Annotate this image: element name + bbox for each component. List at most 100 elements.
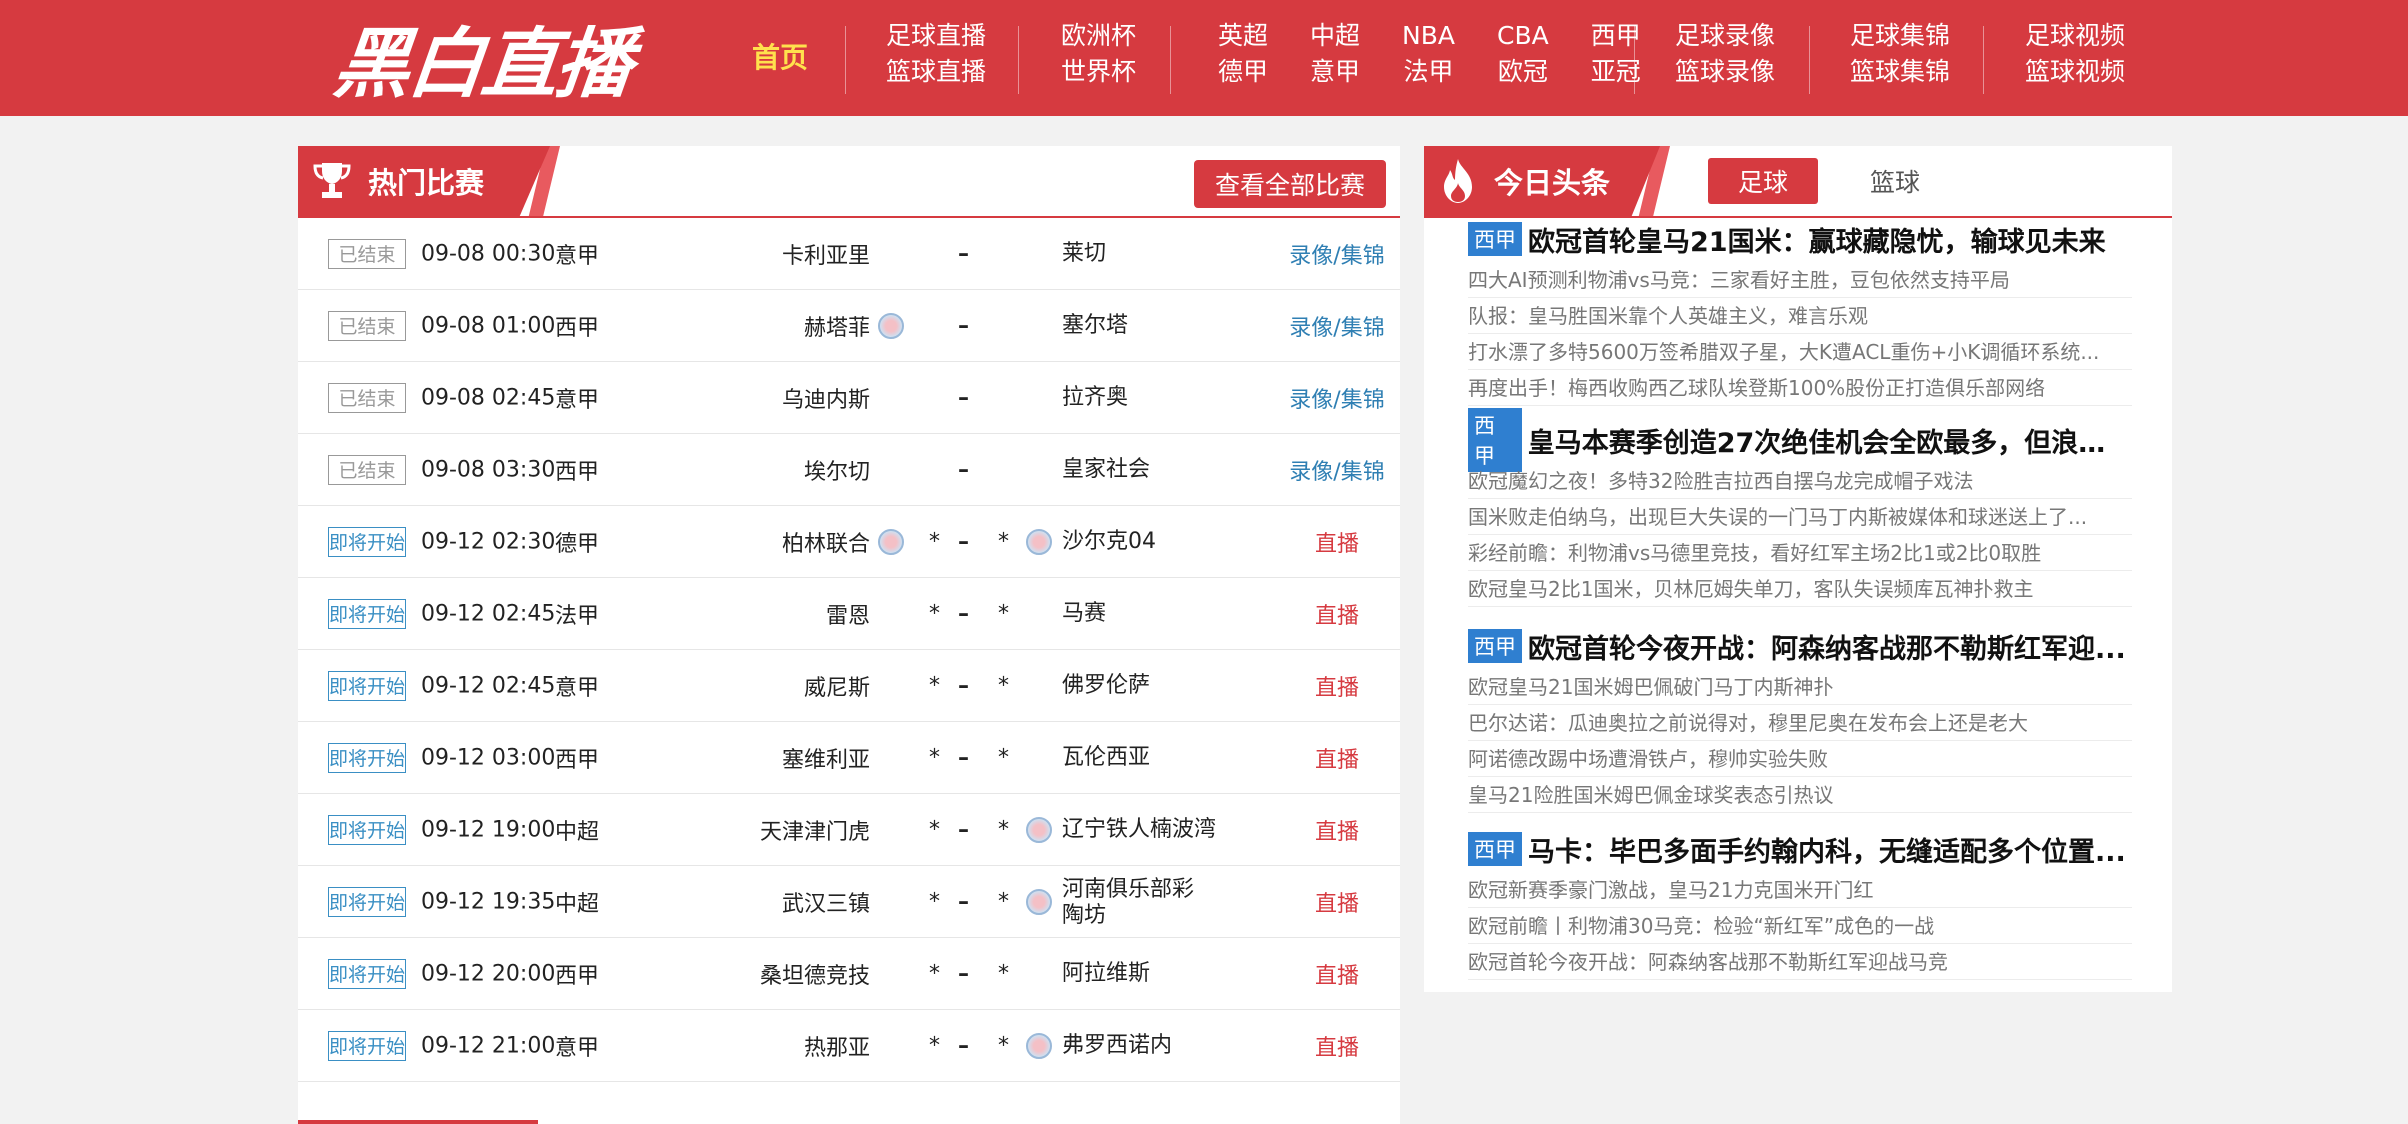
nav-link[interactable]: 亚冠 [1591, 58, 1641, 86]
nav-link[interactable]: 足球视频 [2025, 22, 2125, 50]
home-team[interactable]: 天津津门虎 [760, 814, 870, 846]
match-row[interactable]: 即将开始 09-12 21:00 意甲 热那亚 * – * 弗罗西诺内 直播 [298, 1010, 1400, 1082]
nav-link[interactable]: 法甲 [1404, 58, 1454, 86]
away-team[interactable]: 马赛 [1062, 601, 1106, 627]
news-headline-title[interactable]: 欧冠首轮今夜开战：阿森纳客战那不勒斯红军迎... [1528, 627, 2126, 666]
nav-link[interactable]: 意甲 [1310, 58, 1360, 86]
nav-link[interactable]: 篮球视频 [2025, 58, 2125, 86]
nav-link[interactable]: CBA [1497, 22, 1549, 50]
nav-link[interactable]: 世界杯 [1061, 58, 1136, 86]
news-headline-title[interactable]: 马卡：毕巴多面手约翰内科，无缝适配多个位置... [1528, 830, 2126, 869]
news-item[interactable]: 阿诺德改踢中场遭滑铁卢，穆帅实验失败 [1468, 741, 2132, 777]
home-team[interactable]: 热那亚 [804, 1030, 870, 1062]
match-league[interactable]: 法甲 [555, 598, 599, 630]
match-league[interactable]: 西甲 [555, 310, 599, 342]
replay-highlights-link[interactable]: 录像/集锦 [1282, 382, 1392, 414]
news-headline-title[interactable]: 欧冠首轮皇马21国米：赢球藏隐忧，输球见未来 [1528, 220, 2106, 259]
match-league[interactable]: 西甲 [555, 742, 599, 774]
match-league[interactable]: 西甲 [555, 454, 599, 486]
match-row[interactable]: 即将开始 09-12 02:30 德甲 柏林联合 * – * 沙尔克04 直播 [298, 506, 1400, 578]
live-stream-link[interactable]: 直播 [1282, 526, 1392, 558]
replay-highlights-link[interactable]: 录像/集锦 [1282, 310, 1392, 342]
news-item[interactable]: 欧冠皇马2比1国米，贝林厄姆失单刀，客队失误频库瓦神扑救主 [1468, 571, 2132, 607]
match-league[interactable]: 意甲 [555, 670, 599, 702]
home-team[interactable]: 乌迪内斯 [782, 382, 870, 414]
news-item[interactable]: 欧冠首轮今夜开战：阿森纳客战那不勒斯红军迎战马竞 [1468, 944, 2132, 980]
away-team[interactable]: 弗罗西诺内 [1062, 1033, 1172, 1059]
nav-link[interactable]: 足球录像 [1675, 22, 1775, 50]
away-team[interactable]: 河南俱乐部彩陶坊 [1062, 877, 1212, 929]
away-team[interactable]: 瓦伦西亚 [1062, 745, 1150, 771]
match-league[interactable]: 中超 [555, 886, 599, 918]
match-row[interactable]: 已结束 09-08 03:30 西甲 埃尔切 – 皇家社会 录像/集锦 [298, 434, 1400, 506]
match-league[interactable]: 意甲 [555, 1030, 599, 1062]
away-team[interactable]: 佛罗伦萨 [1062, 673, 1150, 699]
news-headline[interactable]: 西甲 欧冠首轮今夜开战：阿森纳客战那不勒斯红军迎... [1468, 623, 2132, 669]
home-team[interactable]: 桑坦德竞技 [760, 958, 870, 990]
news-item[interactable]: 再度出手！梅西收购西乙球队埃登斯100%股份正打造俱乐部网络 [1468, 370, 2132, 406]
tab-basketball[interactable]: 篮球 [1840, 158, 1950, 204]
nav-link[interactable]: 英超 [1218, 22, 1268, 50]
away-team[interactable]: 莱切 [1062, 241, 1106, 267]
home-team[interactable]: 塞维利亚 [782, 742, 870, 774]
away-team[interactable]: 塞尔塔 [1062, 313, 1128, 339]
nav-link[interactable]: 足球直播 [886, 22, 986, 50]
news-headline[interactable]: 西甲 欧冠首轮皇马21国米：赢球藏隐忧，输球见未来 [1468, 216, 2132, 262]
match-league[interactable]: 意甲 [555, 238, 599, 270]
nav-link[interactable]: 欧洲杯 [1061, 22, 1136, 50]
home-team[interactable]: 柏林联合 [782, 526, 870, 558]
live-stream-link[interactable]: 直播 [1282, 886, 1392, 918]
nav-link[interactable]: 篮球直播 [886, 58, 986, 86]
home-team[interactable]: 雷恩 [826, 598, 870, 630]
nav-link[interactable]: 西甲 [1591, 22, 1641, 50]
match-row[interactable]: 即将开始 09-12 19:00 中超 天津津门虎 * – * 辽宁铁人楠波湾 直播 [298, 794, 1400, 866]
news-item[interactable]: 四大AI预测利物浦vs马竞：三家看好主胜，豆包依然支持平局 [1468, 262, 2132, 298]
match-row[interactable]: 即将开始 09-12 02:45 意甲 威尼斯 * – * 佛罗伦萨 直播 [298, 650, 1400, 722]
nav-link[interactable]: 篮球集锦 [1850, 58, 1950, 86]
news-headline[interactable]: 西甲 皇马本赛季创造27次绝佳机会全欧最多，但浪费... [1468, 408, 2132, 472]
news-headline[interactable]: 西甲 马卡：毕巴多面手约翰内科，无缝适配多个位置... [1468, 826, 2132, 872]
news-item[interactable]: 欧冠前瞻丨利物浦30马竞：检验“新红军”成色的一战 [1468, 908, 2132, 944]
home-team[interactable]: 赫塔菲 [804, 310, 870, 342]
match-league[interactable]: 中超 [555, 814, 599, 846]
home-team[interactable]: 威尼斯 [804, 670, 870, 702]
news-item[interactable]: 欧冠魔幻之夜！多特32险胜吉拉西自摆乌龙完成帽子戏法 [1468, 463, 2132, 499]
match-row[interactable]: 即将开始 09-12 03:00 西甲 塞维利亚 * – * 瓦伦西亚 直播 [298, 722, 1400, 794]
nav-link[interactable]: NBA [1402, 22, 1455, 50]
match-row[interactable]: 已结束 09-08 00:30 意甲 卡利亚里 – 莱切 录像/集锦 [298, 218, 1400, 290]
away-team[interactable]: 拉齐奥 [1062, 385, 1128, 411]
away-team[interactable]: 辽宁铁人楠波湾 [1062, 817, 1216, 843]
match-league[interactable]: 德甲 [555, 526, 599, 558]
news-item[interactable]: 巴尔达诺：瓜迪奥拉之前说得对，穆里尼奥在发布会上还是老大 [1468, 705, 2132, 741]
nav-link[interactable]: 足球集锦 [1850, 22, 1950, 50]
nav-link[interactable]: 欧冠 [1498, 58, 1548, 86]
nav-link[interactable]: 中超 [1310, 22, 1360, 50]
away-team[interactable]: 沙尔克04 [1062, 529, 1156, 555]
news-headline-title[interactable]: 皇马本赛季创造27次绝佳机会全欧最多，但浪费... [1528, 421, 2132, 460]
nav-link[interactable]: 德甲 [1218, 58, 1268, 86]
match-row[interactable]: 即将开始 09-12 02:45 法甲 雷恩 * – * 马赛 直播 [298, 578, 1400, 650]
away-team[interactable]: 皇家社会 [1062, 457, 1150, 483]
replay-highlights-link[interactable]: 录像/集锦 [1282, 454, 1392, 486]
live-stream-link[interactable]: 直播 [1282, 670, 1392, 702]
home-team[interactable]: 埃尔切 [804, 454, 870, 486]
news-item[interactable]: 欧冠新赛季豪门激战，皇马21力克国米开门红 [1468, 872, 2132, 908]
news-item[interactable]: 彩经前瞻：利物浦vs马德里竞技，看好红军主场2比1或2比0取胜 [1468, 535, 2132, 571]
news-item[interactable]: 皇马21险胜国米姆巴佩金球奖表态引热议 [1468, 777, 2132, 813]
nav-home[interactable]: 首页 [752, 36, 808, 76]
live-stream-link[interactable]: 直播 [1282, 598, 1392, 630]
live-stream-link[interactable]: 直播 [1282, 958, 1392, 990]
tab-football[interactable]: 足球 [1708, 158, 1819, 204]
news-item[interactable]: 国米败走伯纳乌，出现巨大失误的一门马丁内斯被媒体和球迷送上了... [1468, 499, 2132, 535]
match-row[interactable]: 即将开始 09-12 20:00 西甲 桑坦德竞技 * – * 阿拉维斯 直播 [298, 938, 1400, 1010]
match-row[interactable]: 已结束 09-08 01:00 西甲 赫塔菲 – 塞尔塔 录像/集锦 [298, 290, 1400, 362]
replay-highlights-link[interactable]: 录像/集锦 [1282, 238, 1392, 270]
away-team[interactable]: 阿拉维斯 [1062, 961, 1150, 987]
match-league[interactable]: 意甲 [555, 382, 599, 414]
view-all-matches-button[interactable]: 查看全部比赛 [1194, 160, 1386, 208]
news-item[interactable]: 队报：皇马胜国米靠个人英雄主义，难言乐观 [1468, 298, 2132, 334]
match-row[interactable]: 已结束 09-08 02:45 意甲 乌迪内斯 – 拉齐奥 录像/集锦 [298, 362, 1400, 434]
site-logo[interactable]: 黑白直播 [330, 14, 635, 108]
match-row[interactable]: 即将开始 09-12 19:35 中超 武汉三镇 * – * 河南俱乐部彩陶坊 直播 [298, 866, 1400, 938]
live-stream-link[interactable]: 直播 [1282, 742, 1392, 774]
